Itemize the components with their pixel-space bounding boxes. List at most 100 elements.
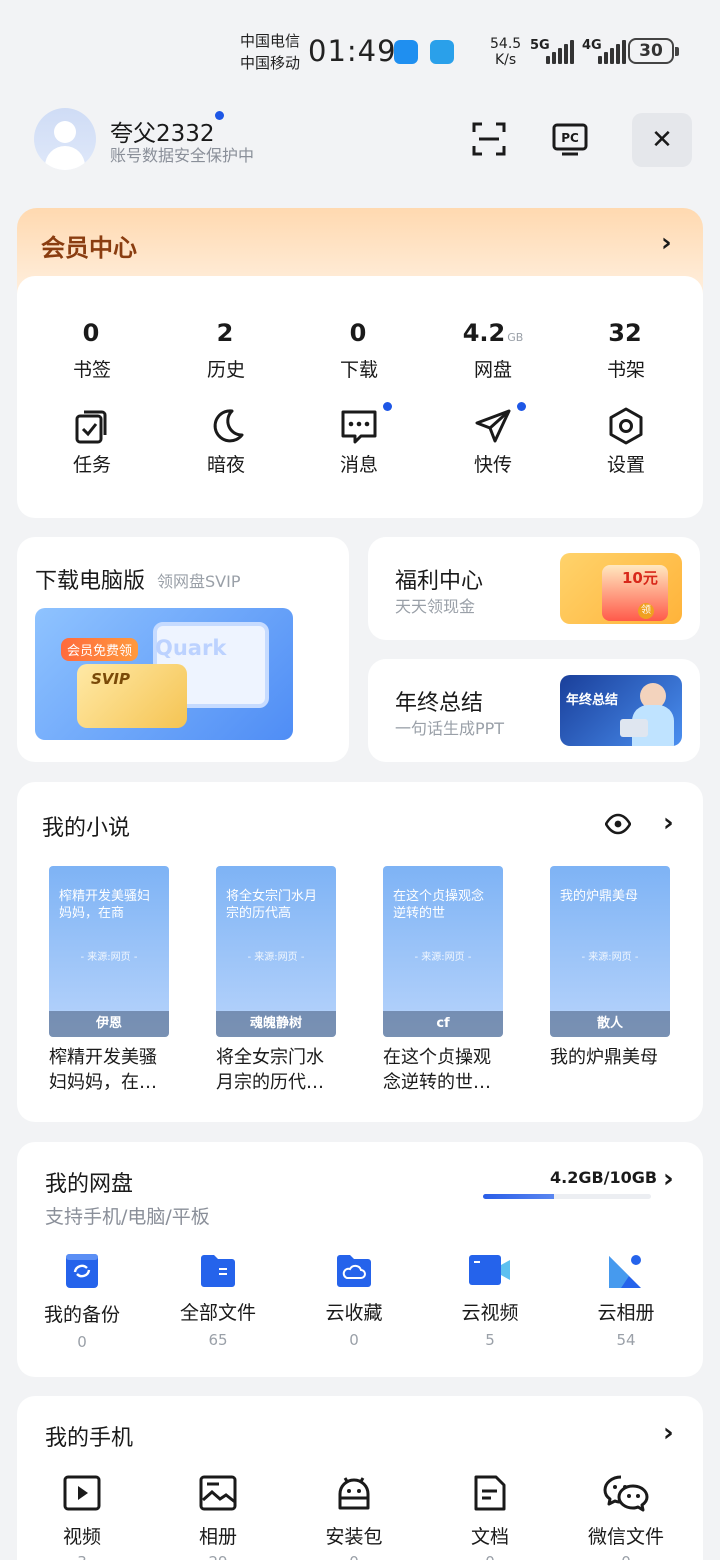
chevron-right-icon[interactable]: › (663, 808, 674, 838)
eye-icon[interactable] (605, 813, 631, 835)
member-center-title: 会员中心 (41, 234, 137, 262)
storage-quota: 4.2GB/10GB (550, 1168, 658, 1187)
novel-author: cf (383, 1011, 503, 1037)
novel-item[interactable]: 我的炉鼎美母 - 来源:网页 - 散人 我的炉鼎美母 (550, 866, 670, 1070)
my-novels-card: 我的小说 › 榨精开发美骚妇妈妈，在商 - 来源:网页 - 伊恩 榨精开发美骚妇… (17, 782, 703, 1122)
section-title: 我的网盘 (45, 1172, 134, 1197)
disk-item-cloud-album[interactable]: 云相册 54 (562, 1252, 690, 1349)
year-end-summary-card[interactable]: 年终总结 一句话生成PPT 年终总结 (368, 659, 700, 762)
tool-messages[interactable]: 消息 (299, 406, 419, 477)
novel-author: 伊恩 (49, 1011, 169, 1037)
year-end-illustration: 年终总结 (560, 675, 682, 746)
disk-item-cloud-favorites[interactable]: 云收藏 0 (290, 1252, 418, 1349)
chevron-right-icon: › (661, 228, 672, 258)
disk-item-label: 我的备份 (43, 1304, 120, 1326)
storage-progress-bar (483, 1194, 651, 1199)
album-icon (609, 1255, 641, 1288)
free-member-tag: 会员免费领 (61, 638, 139, 661)
speed-value: 54.5 (490, 36, 522, 52)
phone-item-video[interactable]: 视频 3 (18, 1474, 146, 1560)
carrier-2: 中国移动 (240, 54, 301, 72)
year-end-art-text: 年终总结 (566, 693, 619, 708)
phone-item-documents[interactable]: 文档 0 (426, 1474, 554, 1560)
pc-icon-label: PC (561, 131, 579, 145)
novel-source: - 来源:网页 - (80, 952, 138, 963)
download-pc-card[interactable]: 下载电脑版 领网盘SVIP Quark SVIP 会员免费领 (17, 537, 349, 762)
folder-icon (201, 1255, 235, 1287)
video-camera-icon (469, 1255, 510, 1285)
phone-item-album[interactable]: 相册 29 (154, 1474, 282, 1560)
phone-item-count: 29 (154, 1553, 282, 1560)
carrier-info: 中国电信 中国移动 (240, 30, 300, 74)
stat-label: 书签 (72, 359, 111, 381)
red-envelope-illustration: 10元 领 (560, 553, 682, 624)
disk-item-cloud-video[interactable]: 云视频 5 (426, 1252, 554, 1349)
stat-label: 网盘 (473, 359, 512, 381)
novel-item[interactable]: 在这个贞操观念逆转的世 - 来源:网页 - cf 在这个贞操观念逆转的世… (383, 866, 503, 1095)
document-icon (474, 1475, 506, 1511)
pc-icon[interactable]: PC (552, 121, 588, 157)
avatar[interactable] (34, 108, 96, 170)
tool-label: 暗夜 (206, 454, 245, 476)
tool-dark-mode[interactable]: 暗夜 (166, 406, 286, 477)
stat-bookshelf[interactable]: 32 书架 (566, 318, 686, 382)
welfare-center-card[interactable]: 福利中心 天天领现金 10元 领 (368, 537, 700, 640)
stat-value: 0 (82, 319, 100, 347)
novel-cover: 我的炉鼎美母 - 来源:网页 - 散人 (550, 866, 670, 1037)
novel-item[interactable]: 榨精开发美骚妇妈妈，在商 - 来源:网页 - 伊恩 榨精开发美骚妇妈妈，在… (49, 866, 169, 1095)
novel-cover: 将全女宗门水月宗的历代高 - 来源:网页 - 魂魄静树 (216, 866, 336, 1037)
disk-item-count: 65 (208, 1331, 228, 1349)
novel-cover: 榨精开发美骚妇妈妈，在商 - 来源:网页 - 伊恩 (49, 866, 169, 1037)
stat-cloud-disk[interactable]: 4.2 GB 网盘 (433, 318, 553, 382)
phone-item-wechat-files[interactable]: 微信文件 0 (562, 1474, 690, 1560)
disk-item-all-files[interactable]: 全部文件 65 (154, 1252, 282, 1349)
send-badge-dot (517, 402, 526, 411)
my-phone-card[interactable]: 我的手机 › 视频 3 相册 29 安装包 0 文档 (17, 1396, 703, 1560)
stat-bookmarks[interactable]: 0 书签 (32, 318, 152, 382)
close-icon: ✕ (651, 125, 673, 155)
play-icon (63, 1475, 101, 1511)
svip-text: SVIP (91, 670, 130, 688)
settings-icon (609, 407, 643, 445)
stat-downloads[interactable]: 0 下载 (299, 318, 419, 382)
disk-item-count: 5 (485, 1331, 495, 1349)
novel-author: 魂魄静树 (216, 1011, 336, 1037)
welfare-title: 福利中心 (395, 569, 484, 594)
tool-label: 消息 (339, 454, 378, 476)
novel-cover-title: 将全女宗门水月宗的历代高 (226, 889, 318, 921)
chevron-right-icon[interactable]: › (663, 1164, 674, 1194)
stat-label: 下载 (339, 359, 378, 381)
cloud-folder-icon (337, 1255, 371, 1287)
tool-task[interactable]: 任务 (32, 406, 152, 477)
tool-quick-send[interactable]: 快传 (433, 406, 553, 477)
phone-item-count: 0 (562, 1553, 690, 1560)
scan-icon[interactable] (471, 121, 507, 157)
novel-name: 榨精开发美骚妇妈妈，在… (49, 1047, 157, 1093)
phone-item-apk[interactable]: 安装包 0 (290, 1474, 418, 1560)
shopping-app-icon (394, 40, 418, 64)
battery-icon: 30 (628, 38, 679, 64)
my-cloud-disk-card[interactable]: 我的网盘 支持手机/电脑/平板 4.2GB/10GB › 我的备份 0 全部文件… (17, 1142, 703, 1377)
speed-unit: K/s (494, 52, 517, 68)
stat-label: 书架 (606, 359, 645, 381)
notification-dot (215, 111, 224, 120)
novel-author: 散人 (550, 1011, 670, 1037)
clock: 01:49 (308, 34, 397, 68)
moon-icon (213, 409, 244, 443)
stat-history[interactable]: 2 历史 (166, 318, 286, 382)
section-title: 我的小说 (42, 816, 131, 841)
storage-progress-fill (483, 1194, 554, 1199)
tool-settings[interactable]: 设置 (566, 406, 686, 477)
novel-name: 将全女宗门水月宗的历代… (216, 1047, 324, 1093)
disk-item-label: 全部文件 (179, 1302, 256, 1324)
weather-app-icon (430, 40, 454, 64)
chevron-right-icon[interactable]: › (663, 1418, 674, 1448)
novel-name: 在这个贞操观念逆转的世… (383, 1047, 491, 1093)
disk-item-backup[interactable]: 我的备份 0 (18, 1252, 146, 1351)
close-button[interactable]: ✕ (632, 113, 692, 167)
envelope-amount: 10元 (622, 569, 658, 587)
novel-item[interactable]: 将全女宗门水月宗的历代高 - 来源:网页 - 魂魄静树 将全女宗门水月宗的历代… (216, 866, 336, 1095)
network-speed: 54.5 K/s (490, 36, 521, 68)
stat-unit: GB (507, 331, 524, 344)
disk-item-count: 0 (77, 1333, 87, 1351)
